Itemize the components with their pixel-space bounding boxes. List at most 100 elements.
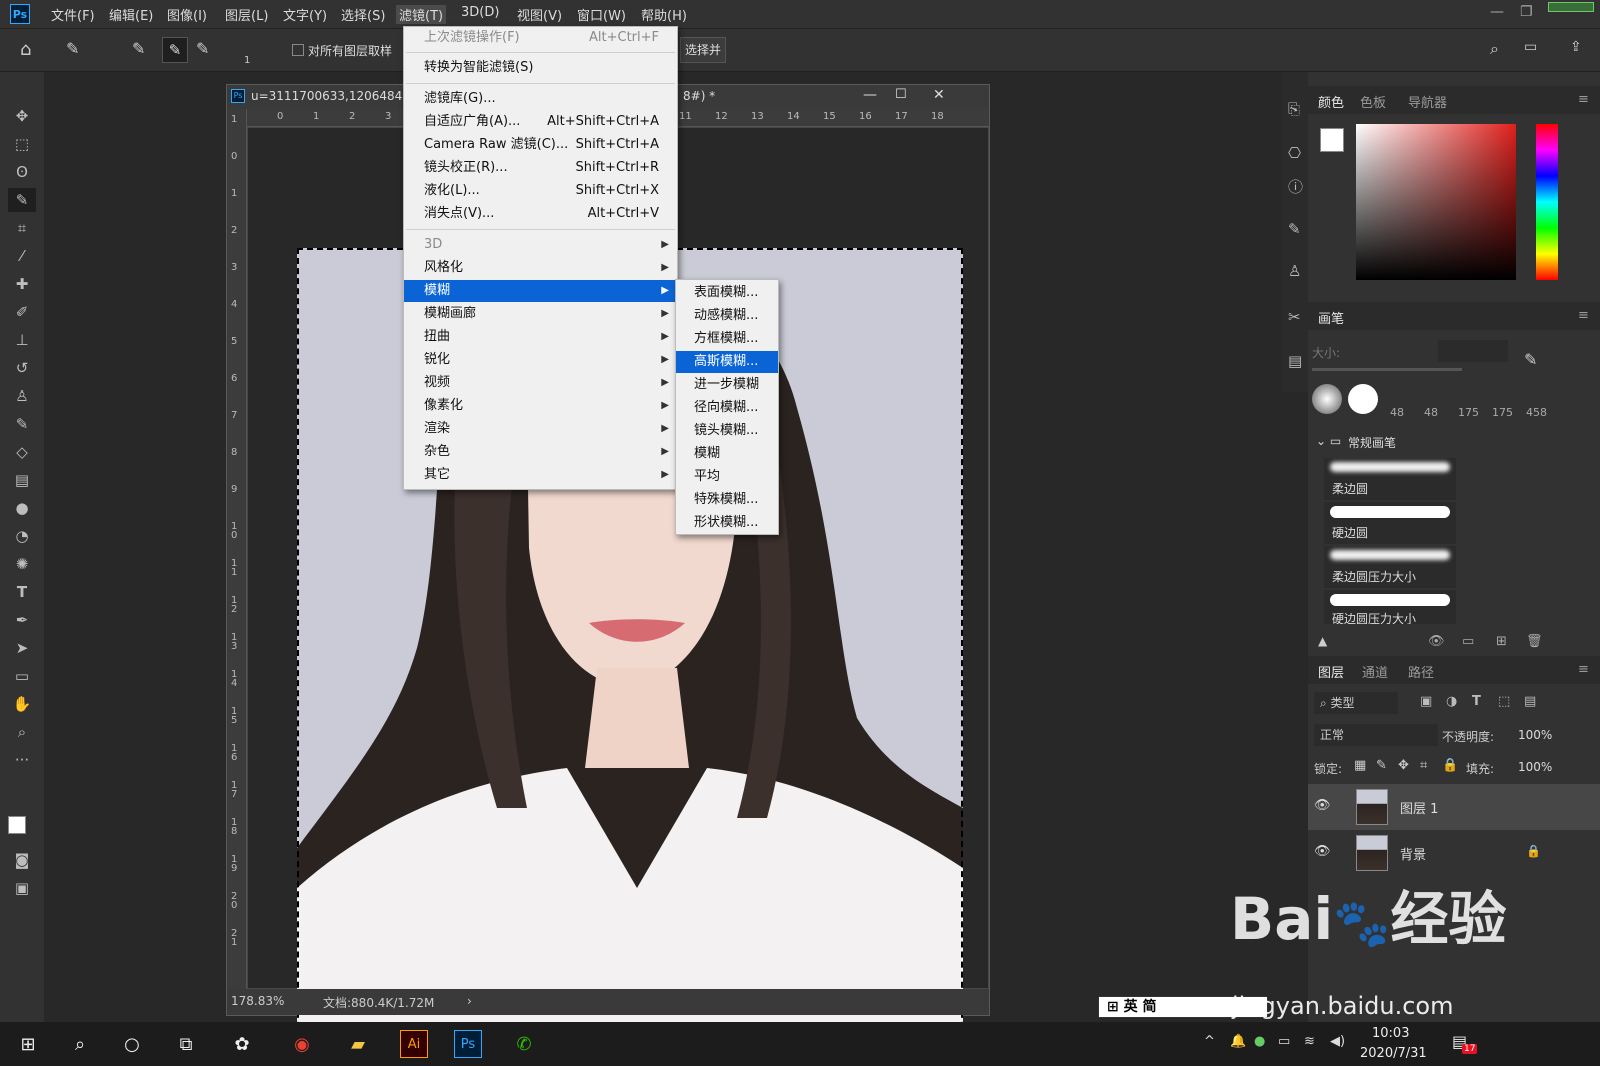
menu-item-vanishing-point[interactable]: 消失点(V)... Alt+Ctrl+V: [404, 203, 677, 225]
wechat-icon[interactable]: ✆: [510, 1030, 538, 1058]
doc-close-icon[interactable]: ✕: [933, 87, 945, 103]
search-icon[interactable]: ⌕: [66, 1030, 94, 1058]
brush-preview-size-icon[interactable]: ▲: [1318, 634, 1327, 648]
lock-position-icon[interactable]: ✥: [1398, 758, 1409, 773]
brush-item[interactable]: 柔边圆压力大小: [1324, 546, 1456, 588]
menu-item-blur-gallery[interactable]: 模糊画廊 ▶: [404, 303, 677, 325]
menu-file[interactable]: 文件(F): [48, 5, 98, 24]
menu-item-distort[interactable]: 扭曲 ▶: [404, 326, 677, 348]
menu-item-smart-blur[interactable]: 特殊模糊...: [676, 489, 778, 511]
layer-row[interactable]: 👁 背景 🔒: [1308, 830, 1600, 876]
photoshop-taskbar-icon[interactable]: Ps: [454, 1030, 482, 1058]
subtract-selection-icon[interactable]: ✎: [196, 39, 209, 58]
home-icon[interactable]: ⌂: [20, 39, 31, 60]
menu-item-video[interactable]: 视频 ▶: [404, 372, 677, 394]
doc-minimize-icon[interactable]: —: [863, 87, 877, 103]
chrome-icon[interactable]: ◉: [288, 1030, 316, 1058]
panel-menu-icon[interactable]: ≡: [1578, 92, 1589, 107]
menu-item-lens-blur[interactable]: 镜头模糊...: [676, 420, 778, 442]
brush-size-slider[interactable]: [1312, 368, 1462, 371]
brush-item[interactable]: 硬边圆压力大小: [1324, 590, 1456, 624]
hue-slider[interactable]: [1536, 124, 1558, 280]
fg-color-chip[interactable]: [1320, 128, 1344, 152]
menu-item-liquify[interactable]: 液化(L)... Shift+Ctrl+X: [404, 180, 677, 202]
pen-tool-icon[interactable]: ✒: [8, 608, 36, 632]
ime-grid-icon[interactable]: ⊞: [1107, 999, 1124, 1015]
menu-item-box-blur[interactable]: 方框模糊...: [676, 328, 778, 350]
brush-group-label[interactable]: 常规画笔: [1348, 434, 1396, 451]
panel-menu-icon[interactable]: ≡: [1578, 308, 1589, 323]
menu-item-adaptive-wide-angle[interactable]: 自适应广角(A)... Alt+Shift+Ctrl+A: [404, 111, 677, 133]
history-brush-icon[interactable]: ↺: [8, 356, 36, 380]
illustrator-icon[interactable]: Ai: [400, 1030, 428, 1058]
healing-brush-icon[interactable]: ✚: [8, 272, 36, 296]
tab-swatches[interactable]: 色板: [1360, 92, 1386, 111]
clone-stamp-icon[interactable]: ⊥: [8, 328, 36, 352]
fill-input[interactable]: 100%: [1518, 760, 1552, 774]
crop-tool-icon[interactable]: ⌗: [8, 216, 36, 240]
menu-window[interactable]: 窗口(W): [574, 5, 629, 24]
lock-brush-icon[interactable]: ✎: [1376, 758, 1387, 773]
workspace-icon[interactable]: ▭: [1524, 39, 1537, 55]
cortana-icon[interactable]: ○: [118, 1030, 146, 1058]
path-selection-icon[interactable]: ➤: [8, 636, 36, 660]
menu-item-render[interactable]: 渲染 ▶: [404, 418, 677, 440]
stamp-tool-icon[interactable]: ♙: [8, 384, 36, 408]
tab-layers[interactable]: 图层: [1318, 662, 1344, 681]
menu-item-convert-smart-filter[interactable]: 转换为智能滤镜(S): [404, 57, 677, 79]
clock-date[interactable]: 2020/7/31: [1360, 1046, 1427, 1061]
menu-item-last-filter[interactable]: 上次滤镜操作(F) Alt+Ctrl+F: [404, 27, 677, 49]
menu-edit[interactable]: 编辑(E): [106, 5, 156, 24]
info-icon[interactable]: ⓘ: [1288, 176, 1303, 197]
clone-source-icon[interactable]: ♙: [1288, 262, 1301, 280]
type-tool-icon[interactable]: T: [8, 580, 36, 604]
blur-tool-icon[interactable]: ●: [8, 496, 36, 520]
menu-type[interactable]: 文字(Y): [280, 5, 330, 24]
menu-view[interactable]: 视图(V): [514, 5, 565, 24]
menu-item-3d[interactable]: 3D ▶: [404, 234, 677, 256]
menu-item-pixelate[interactable]: 像素化 ▶: [404, 395, 677, 417]
sample-all-layers-checkbox[interactable]: [292, 44, 304, 56]
hard-round-preset[interactable]: [1348, 384, 1378, 414]
brush-item[interactable]: 柔边圆: [1324, 458, 1456, 500]
task-view-icon[interactable]: ⧉: [172, 1030, 200, 1058]
new-group-icon[interactable]: ▭: [1462, 634, 1474, 649]
layer-row[interactable]: 👁 图层 1: [1308, 784, 1600, 830]
menu-layer[interactable]: 图层(L): [222, 5, 271, 24]
clock-time[interactable]: 10:03: [1372, 1026, 1409, 1041]
3d-panel-icon[interactable]: ⎔: [1288, 144, 1301, 162]
rectangle-tool-icon[interactable]: ▭: [8, 664, 36, 688]
eye-icon[interactable]: 👁: [1314, 798, 1331, 813]
lock-pixels-icon[interactable]: ▦: [1354, 758, 1366, 773]
menu-item-blur[interactable]: 模糊 ▶: [404, 280, 677, 302]
brush-settings-icon[interactable]: ✎: [1288, 220, 1301, 238]
tab-channels[interactable]: 通道: [1362, 662, 1388, 681]
quick-mask-icon[interactable]: ◙: [8, 848, 36, 872]
tab-color[interactable]: 颜色: [1318, 92, 1344, 111]
color-field[interactable]: [1356, 124, 1516, 280]
wifi-icon[interactable]: ≋: [1304, 1034, 1315, 1049]
tab-brush[interactable]: 画笔: [1318, 308, 1344, 327]
start-windows-icon[interactable]: ⊞: [14, 1030, 42, 1058]
filter-type-icon[interactable]: T: [1472, 694, 1481, 709]
menu-item-gaussian-blur[interactable]: 高斯模糊...: [676, 351, 778, 373]
move-tool-icon[interactable]: ✥: [8, 104, 36, 128]
quick-select-brush-icon[interactable]: ✎: [66, 39, 79, 58]
sponge-tool-icon[interactable]: ✺: [8, 552, 36, 576]
menu-3d[interactable]: 3D(D): [458, 5, 502, 20]
opacity-input[interactable]: 100%: [1518, 728, 1552, 742]
menu-image[interactable]: 图像(I): [164, 5, 210, 24]
menu-item-noise[interactable]: 杂色 ▶: [404, 441, 677, 463]
panel-menu-icon[interactable]: ≡: [1578, 662, 1589, 677]
art-history-brush-icon[interactable]: ✎: [8, 412, 36, 436]
menu-filter[interactable]: 滤镜(T): [396, 5, 447, 24]
more-tools-icon[interactable]: ···: [8, 748, 36, 772]
share-icon[interactable]: ⇪: [1570, 39, 1582, 55]
marquee-tool-icon[interactable]: ⬚: [8, 132, 36, 156]
eraser-tool-icon[interactable]: ◇: [8, 440, 36, 464]
history-panel-icon[interactable]: ⎘: [1288, 100, 1300, 118]
app-icon[interactable]: ✿: [228, 1030, 256, 1058]
blend-mode-select[interactable]: 正常: [1314, 724, 1438, 746]
lasso-tool-icon[interactable]: ʘ: [8, 160, 36, 184]
brush-item[interactable]: 硬边圆: [1324, 502, 1456, 544]
